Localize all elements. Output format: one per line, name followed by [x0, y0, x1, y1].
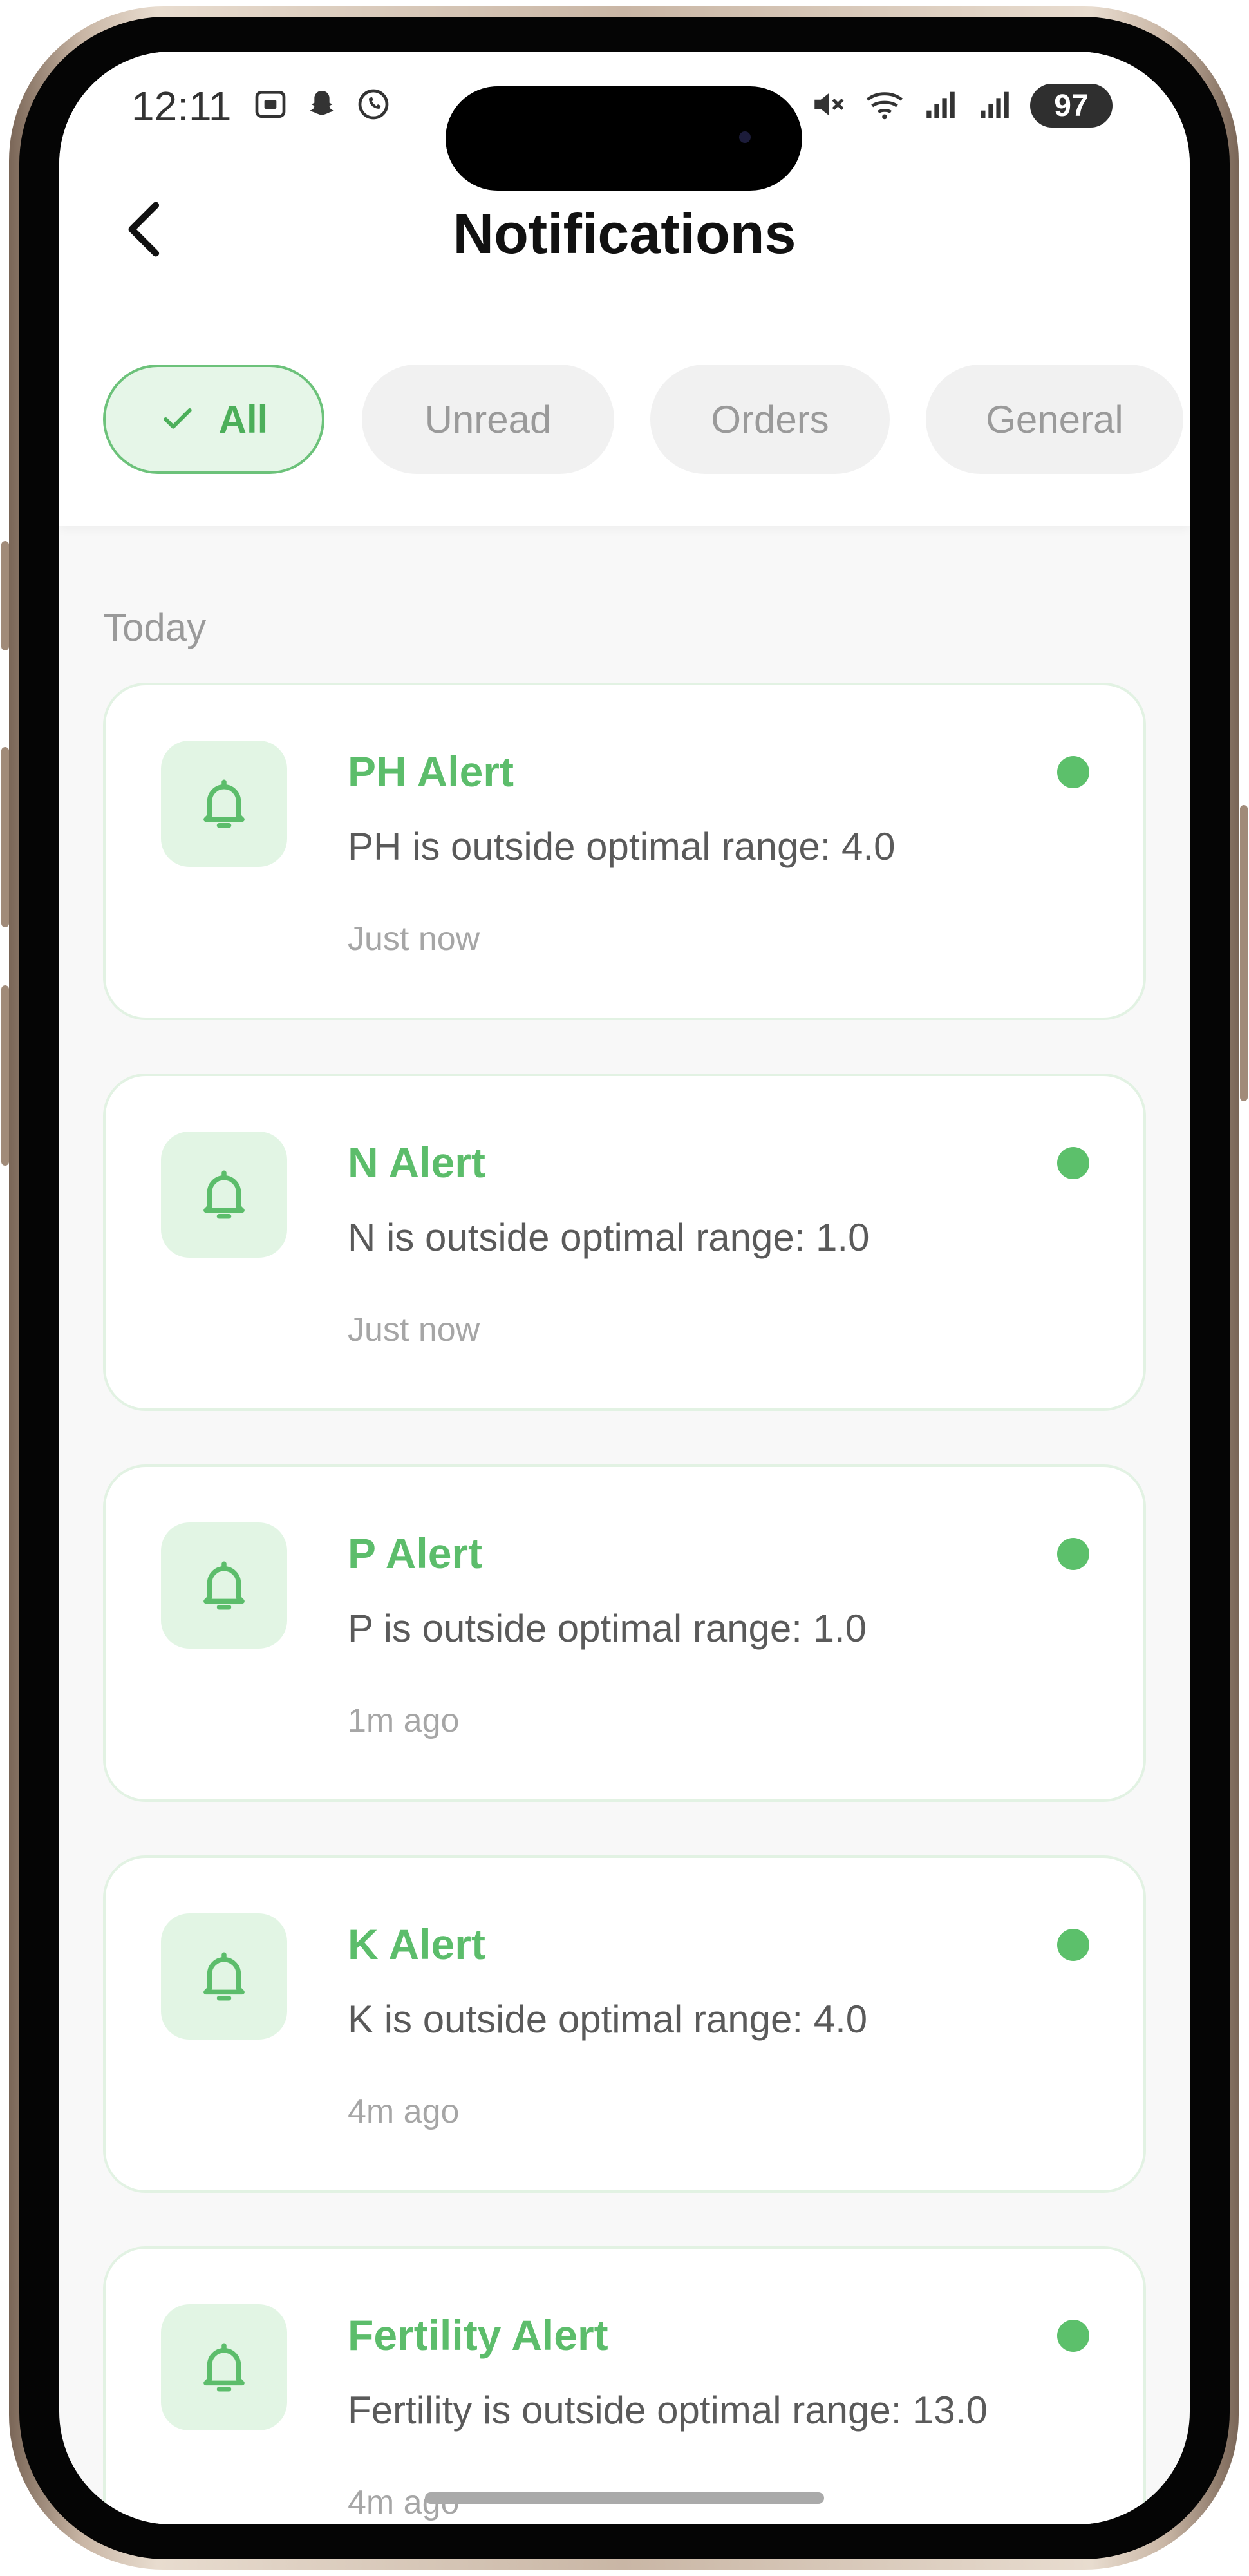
check-icon — [163, 408, 192, 429]
filter-chip-label: Unread — [424, 397, 552, 441]
notification-title: P Alert — [348, 1530, 483, 1577]
filter-chip-label: General — [986, 397, 1123, 441]
dynamic-island — [446, 86, 802, 191]
notification-icon-box — [161, 2304, 287, 2430]
filter-chip-general[interactable]: General — [926, 365, 1183, 474]
filter-chip-unread[interactable]: Unread — [362, 365, 614, 474]
home-indicator[interactable] — [425, 2492, 824, 2504]
whatsapp-icon — [355, 86, 391, 122]
notification-time: Just now — [348, 1311, 480, 1349]
notification-message: Fertility is outside optimal range: 13.0 — [348, 2389, 988, 2432]
notification-icon-box — [161, 741, 287, 867]
notification-icon-box — [161, 1132, 287, 1258]
notification-time: Just now — [348, 920, 480, 958]
wifi-icon — [864, 86, 905, 126]
notification-card[interactable]: P Alert P is outside optimal range: 1.0 … — [103, 1464, 1146, 1802]
page-title: Notifications — [453, 202, 796, 265]
notification-title: PH Alert — [348, 748, 514, 795]
notification-title: N Alert — [348, 1139, 485, 1186]
notification-time: 4m ago — [348, 2093, 460, 2130]
unread-dot — [1057, 1147, 1089, 1179]
notification-icon-box — [161, 1522, 287, 1649]
volume-down-button — [1, 985, 9, 1166]
status-app-icons — [252, 86, 391, 122]
top-bar: 12:11 97 Notifications All Unread Orders… — [59, 52, 1190, 526]
notification-message: P is outside optimal range: 1.0 — [348, 1607, 867, 1650]
notification-icon-box — [161, 1913, 287, 2040]
power-button — [1240, 805, 1248, 1101]
bell-icon — [203, 1561, 245, 1610]
bell-icon — [203, 1170, 245, 1219]
notification-card[interactable]: K Alert K is outside optimal range: 4.0 … — [103, 1855, 1146, 2193]
filter-chip-label: Orders — [711, 397, 829, 441]
status-time: 12:11 — [131, 83, 232, 129]
unread-dot — [1057, 1538, 1089, 1570]
signal-icon — [922, 86, 959, 126]
snapchat-icon — [304, 86, 340, 122]
bell-icon — [203, 1952, 245, 2001]
unread-dot — [1057, 2320, 1089, 2352]
notification-time: 1m ago — [348, 1702, 460, 1739]
filter-chip-label: All — [218, 397, 268, 441]
unread-dot — [1057, 756, 1089, 788]
notification-title: Fertility Alert — [348, 2311, 608, 2359]
unread-dot — [1057, 1929, 1089, 1961]
camera-icon — [739, 131, 751, 143]
mute-icon — [810, 86, 847, 126]
notification-card[interactable]: Fertility Alert Fertility is outside opt… — [103, 2246, 1146, 2524]
volume-up-button — [1, 747, 9, 927]
volume-button — [1, 541, 9, 650]
filter-chip-all[interactable]: All — [103, 365, 324, 474]
notification-message: PH is outside optimal range: 4.0 — [348, 825, 896, 868]
notification-card[interactable]: PH Alert PH is outside optimal range: 4.… — [103, 683, 1146, 1020]
notification-message: N is outside optimal range: 1.0 — [348, 1216, 870, 1259]
bell-icon — [203, 779, 245, 828]
notification-message: K is outside optimal range: 4.0 — [348, 1998, 868, 2041]
notification-title: K Alert — [348, 1920, 485, 1968]
filter-chip-orders[interactable]: Orders — [650, 365, 890, 474]
status-system-icons: 97 — [810, 84, 1113, 128]
battery-indicator: 97 — [1030, 84, 1113, 128]
section-header-today: Today — [103, 606, 207, 649]
screenshot-icon — [252, 86, 288, 122]
screen: 12:11 97 Notifications All Unread Orders… — [59, 52, 1190, 2524]
notification-card[interactable]: N Alert N is outside optimal range: 1.0 … — [103, 1074, 1146, 1411]
bell-icon — [203, 2343, 245, 2392]
signal-icon-2 — [976, 86, 1013, 126]
